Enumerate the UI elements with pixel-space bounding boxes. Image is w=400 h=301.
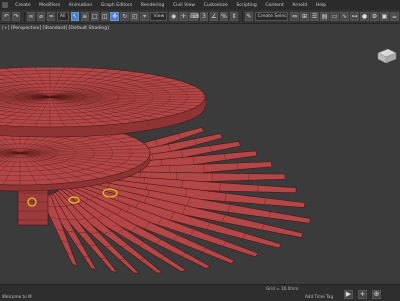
status-bar: Welcome to M Grid = 10.0mm Add Time Tag … <box>0 284 400 301</box>
keyboard-shortcut-override-icon[interactable]: ⌨ <box>189 12 198 21</box>
window-crossing-icon[interactable]: ◫ <box>101 12 109 21</box>
menu-civil-view[interactable]: Civil View <box>169 3 200 8</box>
select-by-name-icon[interactable]: ≡ <box>81 12 89 21</box>
upper-disc <box>0 67 205 137</box>
perspective-viewport[interactable] <box>0 25 400 284</box>
rotate-icon[interactable]: ↻ <box>120 12 128 21</box>
menu-create[interactable]: Create <box>11 3 35 8</box>
toolbar-divider <box>24 12 25 22</box>
maxscript-listener[interactable]: Welcome to M <box>2 294 32 299</box>
placement-icon[interactable]: ⌖ <box>140 12 148 21</box>
render-production-icon[interactable]: ☕ <box>390 12 398 21</box>
mirror-icon[interactable]: ⇔ <box>290 12 298 21</box>
menu-bar: Create Modifiers Animation Graph Editors… <box>0 0 400 10</box>
menu-graph-editors[interactable]: Graph Editors <box>96 3 136 8</box>
move-icon[interactable]: ✥ <box>110 12 118 21</box>
selection-filter-dropdown[interactable]: All <box>57 12 69 21</box>
menu-help[interactable]: Help <box>311 3 330 8</box>
percent-snap-icon[interactable]: % <box>220 12 228 21</box>
toolbar-divider <box>242 12 243 22</box>
schematic-view-icon[interactable]: ⊶ <box>350 12 358 21</box>
menu-rendering[interactable]: Rendering <box>137 3 169 8</box>
menu-animation[interactable]: Animation <box>64 3 96 8</box>
add-time-tag[interactable]: Add Time Tag <box>305 294 333 299</box>
orbit-icon[interactable]: ⊕ <box>372 290 381 299</box>
menu-scripting[interactable]: Scripting <box>232 3 261 8</box>
link-icon[interactable]: ∞ <box>27 12 35 21</box>
toggle-ribbon-icon[interactable]: ▭ <box>330 12 338 21</box>
angle-snap-icon[interactable]: ∠ <box>210 12 218 21</box>
edit-named-selection-icon[interactable]: ✎ <box>245 12 253 21</box>
select-object-icon[interactable]: ↖ <box>71 12 79 21</box>
select-manipulate-icon[interactable]: ✛ <box>179 12 187 21</box>
material-editor-icon[interactable]: ● <box>360 12 368 21</box>
toggle-layer-explorer-icon[interactable]: ▤ <box>320 12 328 21</box>
menu-customize[interactable]: Customize <box>199 3 232 8</box>
menu-modifiers[interactable]: Modifiers <box>35 3 65 8</box>
viewport-label[interactable]: [+] [Perspective] [Standard] [Default Sh… <box>2 26 109 31</box>
redo-icon[interactable]: ↷ <box>12 12 20 21</box>
curve-editor-icon[interactable]: ∿ <box>340 12 348 21</box>
reference-coordinate-dropdown[interactable]: View <box>150 12 167 21</box>
undo-icon[interactable]: ↶ <box>2 12 10 21</box>
grid-readout: Grid = 10.0mm <box>266 286 298 291</box>
zoom-icon[interactable]: + <box>358 290 367 299</box>
toggle-scene-explorer-icon[interactable]: ☰ <box>310 12 318 21</box>
menu-arnold[interactable]: Arnold <box>288 3 311 8</box>
named-selection-sets-dropdown[interactable]: Create Selection Se <box>255 12 289 21</box>
unlink-icon[interactable]: ⌀ <box>37 12 45 21</box>
menu-content[interactable]: Content <box>261 3 288 8</box>
spinner-snap-icon[interactable]: ⇕ <box>230 12 238 21</box>
rendered-frame-window-icon[interactable]: ▣ <box>380 12 388 21</box>
rectangular-selection-icon[interactable]: □ <box>91 12 99 21</box>
play-icon[interactable]: ▶ <box>344 290 353 299</box>
align-icon[interactable]: ⊞ <box>300 12 308 21</box>
render-setup-icon[interactable]: ⚙ <box>370 12 378 21</box>
app-logo-icon[interactable] <box>2 2 8 8</box>
main-toolbar: ↶ ↷ ∞ ⌀ ≈ All ↖ ≡ □ ◫ ✥ ↻ ◰ ⌖ View ◉ ✛ ⌨… <box>0 10 400 24</box>
snaps-toggle-icon[interactable]: 3 <box>200 12 208 21</box>
pivot-center-icon[interactable]: ◉ <box>169 12 177 21</box>
scale-icon[interactable]: ◰ <box>130 12 138 21</box>
viewcube[interactable] <box>378 49 396 63</box>
bind-space-warp-icon[interactable]: ≈ <box>47 12 55 21</box>
